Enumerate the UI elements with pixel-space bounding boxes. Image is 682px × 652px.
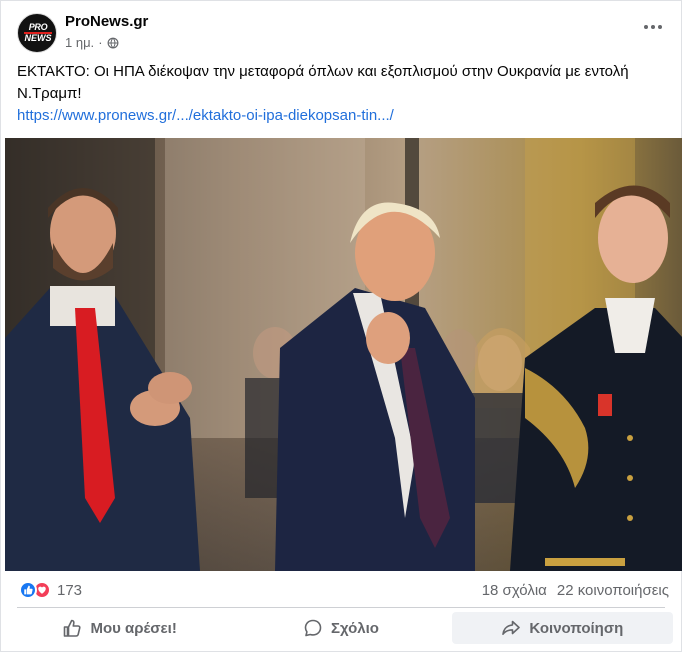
thumbs-up-icon <box>64 619 82 637</box>
action-divider <box>17 607 665 608</box>
more-options-icon[interactable] <box>643 17 663 37</box>
like-reaction-icon <box>19 581 37 599</box>
share-button[interactable]: Κοινοποίηση <box>451 612 673 644</box>
post-meta: 1 ημ. · <box>65 35 119 50</box>
share-icon <box>502 620 521 635</box>
shares-count[interactable]: 22 κοινοποιήσεις <box>557 582 669 599</box>
page-name[interactable]: ProNews.gr <box>65 13 148 30</box>
post-link[interactable]: https://www.pronews.gr/.../ektakto-oi-ip… <box>17 107 394 124</box>
comment-icon <box>304 619 322 637</box>
avatar-logo-text: PRO <box>28 22 48 32</box>
photo-illustration <box>5 138 682 571</box>
like-button[interactable]: Μου αρέσει! <box>9 612 230 644</box>
engagement-stats: 18 σχόλια 22 κοινοποιήσεις <box>482 582 669 599</box>
comments-count[interactable]: 18 σχόλια <box>482 582 547 599</box>
reactions-summary[interactable]: 173 <box>19 581 82 599</box>
post-card: PRO NEWS ProNews.gr 1 ημ. · ΕΚΤΑΚΤΟ: Οι … <box>0 0 682 652</box>
like-button-label: Μου αρέσει! <box>90 619 177 637</box>
comment-button[interactable]: Σχόλιο <box>230 612 451 644</box>
meta-separator: · <box>98 35 103 50</box>
comment-button-label: Σχόλιο <box>331 619 379 637</box>
avatar-logo-subtext: NEWS <box>24 33 52 43</box>
action-bar: Μου αρέσει! Σχόλιο Κοινοποίηση <box>9 612 673 644</box>
page-avatar[interactable]: PRO NEWS <box>17 13 57 53</box>
share-button-label: Κοινοποίηση <box>529 619 624 637</box>
post-time[interactable]: 1 ημ. <box>65 35 94 50</box>
reaction-count: 173 <box>57 581 83 599</box>
post-text: ΕΚΤΑΚΤΟ: Οι ΗΠΑ διέκοψαν την μεταφορά όπ… <box>17 63 629 102</box>
post-photo[interactable] <box>5 138 682 571</box>
globe-icon[interactable] <box>107 37 119 49</box>
